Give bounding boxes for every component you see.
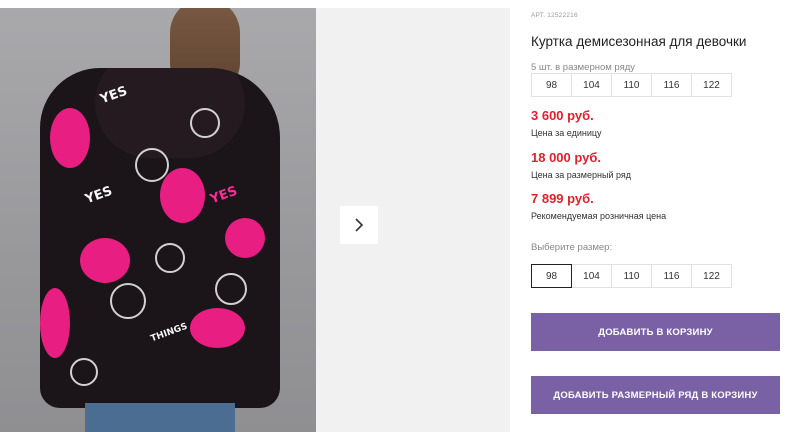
row-price-caption: Цена за размерный ряд <box>531 170 632 180</box>
product-title: Куртка демисезонная для девочки <box>531 34 747 49</box>
size-option-122[interactable]: 122 <box>691 264 732 288</box>
size-option-110[interactable]: 110 <box>611 264 652 288</box>
retail-price-caption: Рекомендуемая розничная цена <box>531 211 667 221</box>
product-photo[interactable]: YES YES YES THINGS <box>0 8 316 432</box>
add-size-row-to-cart-button[interactable]: ДОБАВИТЬ РАЗМЕРНЫЙ РЯД В КОРЗИНУ <box>531 376 780 414</box>
size-row-item: 116 <box>651 73 692 97</box>
row-price: 18 000 руб. <box>531 150 602 165</box>
photo-jeans-shape <box>85 403 235 432</box>
retail-price: 7 899 руб. <box>531 191 594 206</box>
size-option-116[interactable]: 116 <box>651 264 692 288</box>
size-row-item: 122 <box>691 73 732 97</box>
unit-price: 3 600 руб. <box>531 108 594 123</box>
size-option-104[interactable]: 104 <box>571 264 612 288</box>
photo-jacket-shape: YES YES YES THINGS <box>40 68 280 408</box>
size-row-item: 110 <box>611 73 652 97</box>
size-option-98[interactable]: 98 <box>531 264 572 288</box>
size-select-label: Выберите размер: <box>531 242 613 253</box>
size-row-list: 98 104 110 116 122 <box>531 73 732 97</box>
add-to-cart-button[interactable]: ДОБАВИТЬ В КОРЗИНУ <box>531 313 780 351</box>
size-selector: 98 104 110 116 122 <box>531 264 732 288</box>
next-image-button[interactable] <box>340 206 378 244</box>
unit-price-caption: Цена за единицу <box>531 128 602 138</box>
chevron-right-icon <box>355 218 364 232</box>
size-row-item: 98 <box>531 73 572 97</box>
size-row-item: 104 <box>571 73 612 97</box>
product-gallery: YES YES YES THINGS <box>0 8 510 432</box>
size-row-label: 5 шт. в размерном ряду <box>531 62 636 73</box>
article-number: АРТ. 12522216 <box>531 12 578 19</box>
